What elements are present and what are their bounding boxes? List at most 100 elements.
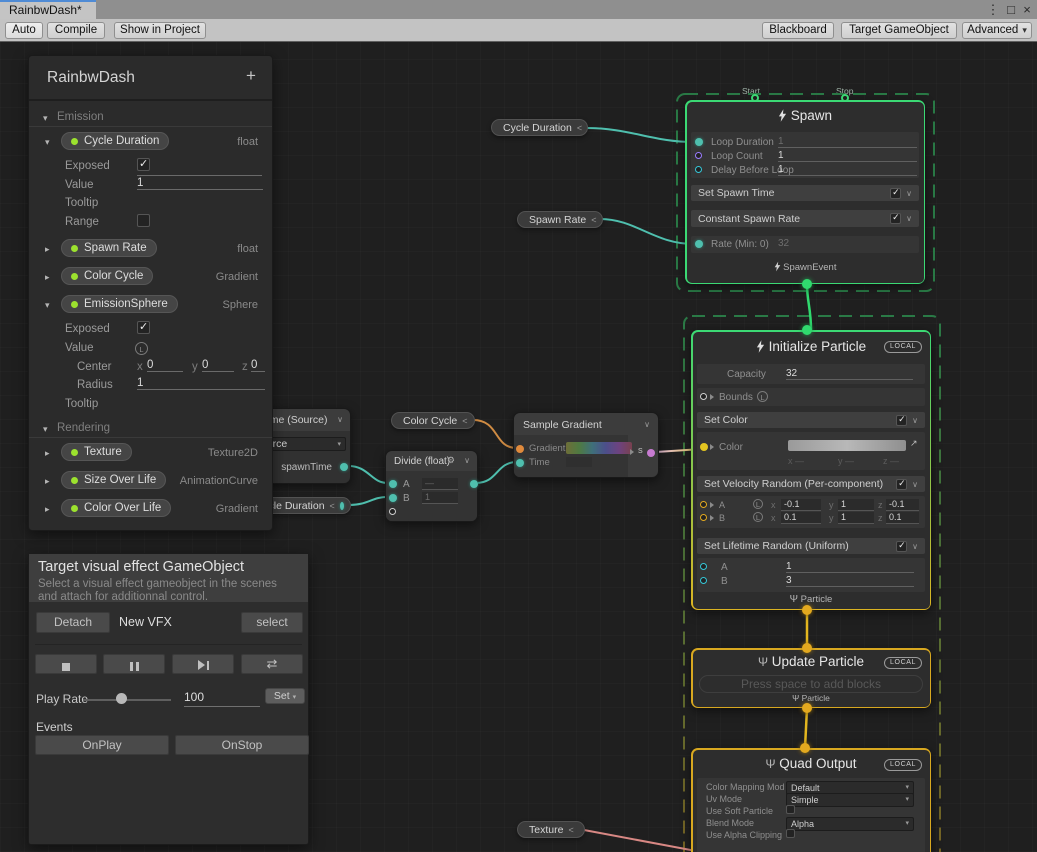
color-port[interactable] — [700, 443, 708, 451]
param-texture[interactable]: Texture — [61, 443, 132, 461]
play-rate-slider[interactable] — [83, 699, 171, 701]
velocity-b-x[interactable]: 0.1 — [781, 512, 821, 524]
compile-button[interactable]: Compile — [47, 22, 105, 39]
chevron-right-icon[interactable]: ▸ — [45, 448, 50, 459]
uv-mode-dropdown[interactable]: Simple — [786, 793, 914, 807]
divide-a-port[interactable] — [389, 480, 397, 488]
gradient-preview[interactable] — [566, 442, 632, 454]
spawntime-output-port[interactable] — [340, 463, 348, 471]
gradient-input-port[interactable] — [516, 445, 524, 453]
velocity-b-y[interactable]: 1 — [838, 512, 874, 524]
chevron-right-icon[interactable]: ▸ — [45, 244, 50, 255]
spawn-start-port[interactable] — [751, 94, 759, 102]
chevron-down-icon[interactable]: ▾ — [43, 113, 48, 124]
show-in-project-button[interactable]: Show in Project — [114, 22, 206, 39]
update-particle-node[interactable]: Ψ Update Particle LOCAL Press space to a… — [691, 648, 931, 708]
sample-gradient-node[interactable]: Sample Gradient ∨ Gradient Time s — [513, 412, 659, 478]
loop-count-port[interactable] — [695, 152, 702, 159]
maximize-icon[interactable]: □ — [1003, 1, 1019, 18]
center-z-field[interactable]: 0 — [251, 359, 265, 372]
collapse-icon[interactable]: < — [462, 416, 467, 426]
local-space-icon[interactable]: L — [757, 391, 768, 402]
set-lifetime-random-block[interactable]: Set Lifetime Random (Uniform) ∨ — [697, 538, 925, 554]
exposed-checkbox[interactable] — [137, 158, 150, 171]
param-node-cycle-duration[interactable]: Cycle Duration < — [491, 119, 588, 136]
velocity-a-z[interactable]: -0.1 — [886, 499, 919, 511]
gear-icon[interactable]: ⚙ — [447, 455, 455, 466]
expand-arrow-icon[interactable] — [710, 394, 714, 400]
divide-add-operand-port[interactable] — [389, 508, 396, 515]
divide-node[interactable]: Divide (float) ⚙ ∨ A — B 1 — [385, 450, 478, 522]
advanced-dropdown[interactable]: Advanced — [962, 22, 1032, 39]
param-color-cycle[interactable]: Color Cycle — [61, 267, 153, 285]
lifetime-b-value[interactable]: 3 — [786, 575, 914, 587]
divide-b-value[interactable]: 1 — [422, 492, 458, 504]
chevron-down-icon[interactable]: ▾ — [45, 300, 50, 311]
lifetime-b-port[interactable] — [700, 577, 707, 584]
constant-spawn-rate-block[interactable]: Constant Spawn Rate ∨ — [691, 210, 919, 227]
quad-input-port[interactable] — [800, 743, 810, 753]
center-y-field[interactable]: 0 — [202, 359, 234, 372]
local-space-icon[interactable]: L — [753, 512, 763, 522]
param-spawn-rate[interactable]: Spawn Rate — [61, 239, 157, 257]
range-checkbox[interactable] — [137, 214, 150, 227]
lifetime-a-value[interactable]: 1 — [786, 561, 914, 573]
set-spawn-time-block[interactable]: Set Spawn Time ∨ — [691, 185, 919, 201]
bounds-port[interactable] — [700, 393, 707, 400]
blend-mode-dropdown[interactable]: Alpha — [786, 817, 914, 831]
update-output-port[interactable] — [802, 703, 812, 713]
onplay-button[interactable]: OnPlay — [35, 735, 169, 755]
chevron-down-icon[interactable]: ▾ — [45, 137, 50, 148]
chevron-down-icon[interactable]: ∨ — [912, 416, 918, 425]
quad-output-node[interactable]: Ψ Quad Output LOCAL Color Mapping Mode D… — [691, 748, 931, 852]
velocity-a-x[interactable]: -0.1 — [781, 499, 821, 511]
expand-arrow-icon[interactable] — [710, 444, 714, 450]
play-rate-value[interactable]: 100 — [184, 690, 260, 707]
blackboard-panel[interactable]: RainbwDash + ▾ Emission ▾ Cycle Duration… — [28, 55, 273, 531]
block-enabled-checkbox[interactable] — [890, 188, 901, 199]
chevron-down-icon[interactable]: ∨ — [337, 415, 343, 424]
document-tab[interactable]: RainbwDash* — [0, 0, 96, 19]
stop-button[interactable] — [35, 654, 97, 674]
initialize-output-port[interactable] — [802, 605, 812, 615]
velocity-a-y[interactable]: 1 — [838, 499, 874, 511]
spawn-event-port[interactable] — [802, 279, 812, 289]
target-gameobject-panel[interactable]: Target visual effect GameObject Select a… — [28, 553, 309, 845]
chevron-down-icon[interactable]: ∨ — [912, 542, 918, 551]
spawn-stop-port[interactable] — [841, 94, 849, 102]
param-output-port[interactable] — [340, 502, 344, 510]
capacity-value[interactable]: 32 — [786, 368, 913, 380]
window-menu-icon[interactable]: ⋮ — [985, 1, 1001, 18]
loop-count-value[interactable]: 1 — [778, 150, 917, 162]
radius-field[interactable]: 1 — [137, 377, 265, 390]
detach-button[interactable]: Detach — [36, 612, 110, 633]
collapse-icon[interactable]: < — [591, 215, 596, 225]
block-enabled-checkbox[interactable] — [896, 541, 907, 552]
set-rate-dropdown[interactable]: Set — [265, 688, 305, 704]
set-velocity-random-block[interactable]: Set Velocity Random (Per-component) ∨ — [697, 476, 925, 492]
chevron-down-icon[interactable]: ∨ — [912, 480, 918, 489]
lifetime-a-port[interactable] — [700, 563, 707, 570]
target-gameobject-toggle-button[interactable]: Target GameObject — [841, 22, 957, 39]
blackboard-toggle-button[interactable]: Blackboard — [762, 22, 834, 39]
local-space-icon[interactable]: L — [753, 499, 763, 509]
collapse-icon[interactable]: < — [577, 123, 582, 133]
divide-a-value[interactable]: — — [422, 478, 458, 490]
time-input-port[interactable] — [516, 459, 524, 467]
chevron-down-icon[interactable]: ∨ — [906, 189, 912, 198]
play-rate-slider-thumb[interactable] — [116, 693, 127, 704]
alpha-clipping-checkbox[interactable] — [786, 829, 795, 838]
velocity-a-port[interactable] — [700, 501, 707, 508]
collapse-icon[interactable]: < — [330, 501, 335, 511]
initialize-particle-node[interactable]: Initialize Particle LOCAL Capacity 32 Bo… — [691, 330, 931, 610]
pause-button[interactable] — [103, 654, 165, 674]
chevron-down-icon[interactable]: ∨ — [906, 214, 912, 223]
local-space-icon[interactable]: L — [135, 342, 148, 355]
add-blocks-placeholder[interactable]: Press space to add blocks — [699, 675, 923, 693]
expand-arrow-icon[interactable] — [710, 515, 714, 521]
chevron-right-icon[interactable]: ▸ — [45, 504, 50, 515]
set-color-block[interactable]: Set Color ∨ — [697, 412, 925, 428]
soft-particle-checkbox[interactable] — [786, 805, 795, 814]
divide-output-port[interactable] — [470, 480, 478, 488]
collapse-icon[interactable]: < — [568, 825, 573, 835]
